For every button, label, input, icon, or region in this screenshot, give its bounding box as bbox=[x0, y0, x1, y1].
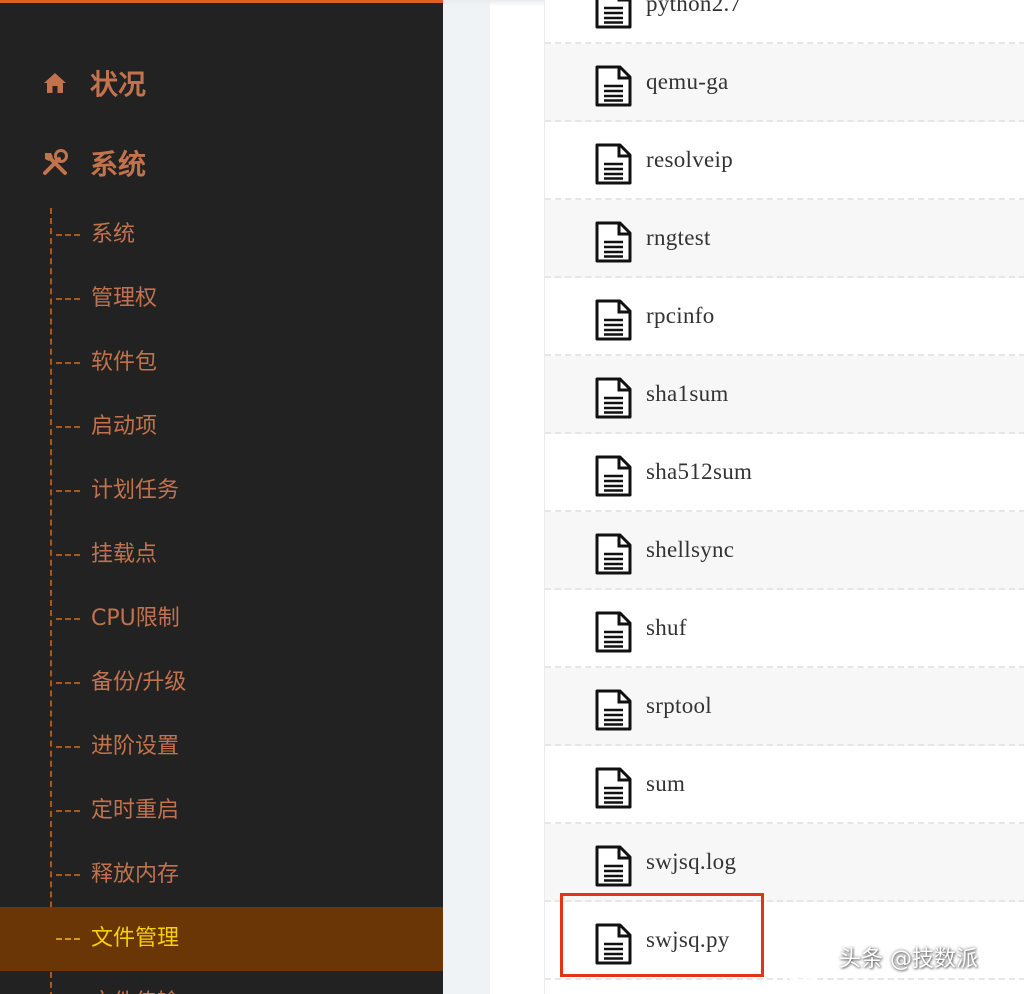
watermark-logo-icon bbox=[777, 931, 829, 983]
sidebar-item-label: 计划任务 bbox=[91, 478, 180, 503]
file-name: srptool bbox=[646, 693, 712, 718]
sidebar-item-scheduled-tasks[interactable]: 计划任务 bbox=[0, 459, 443, 523]
file-icon bbox=[595, 221, 632, 263]
file-icon bbox=[595, 65, 632, 107]
file-name: shuf bbox=[646, 615, 687, 640]
sidebar-item-label: 软件包 bbox=[91, 350, 158, 375]
file-name: swjsq.log bbox=[646, 849, 737, 874]
file-icon bbox=[595, 455, 632, 497]
file-row[interactable]: rpcinfo bbox=[545, 278, 1024, 356]
file-name: sha512sum bbox=[646, 459, 753, 484]
sidebar-item-system[interactable]: 系统 bbox=[0, 203, 443, 267]
file-icon bbox=[595, 0, 632, 29]
file-name: swjsq.py bbox=[646, 927, 730, 952]
sidebar-item-file-transfer[interactable]: 文件传输 bbox=[0, 971, 443, 994]
file-icon bbox=[595, 689, 632, 731]
file-name: shellsync bbox=[646, 537, 735, 562]
sidebar-item-label: 释放内存 bbox=[91, 862, 180, 887]
file-icon bbox=[595, 533, 632, 575]
home-icon bbox=[40, 68, 70, 98]
file-name: rngtest bbox=[646, 225, 711, 250]
sidebar-item-label: 备份/升级 bbox=[91, 670, 187, 695]
file-icon bbox=[595, 767, 632, 809]
sidebar-item-free-memory[interactable]: 释放内存 bbox=[0, 843, 443, 907]
sidebar-item-label: CPU限制 bbox=[91, 606, 180, 631]
sidebar-item-advanced-settings[interactable]: 进阶设置 bbox=[0, 715, 443, 779]
file-name: sha1sum bbox=[646, 381, 729, 406]
file-row[interactable]: shellsync bbox=[545, 512, 1024, 590]
sidebar-item-label: 管理权 bbox=[91, 286, 158, 311]
file-name: sum bbox=[646, 771, 686, 796]
file-row[interactable]: srptool bbox=[545, 668, 1024, 746]
sidebar-item-label: 进阶设置 bbox=[91, 734, 180, 759]
sidebar-item-label: 启动项 bbox=[91, 414, 158, 439]
sidebar-item-file-manager[interactable]: 文件管理 bbox=[0, 907, 443, 971]
file-name: python2.7 bbox=[646, 0, 742, 16]
menu-status-label: 状况 bbox=[90, 68, 147, 101]
file-row[interactable]: rngtest bbox=[545, 200, 1024, 278]
file-name: rpcinfo bbox=[646, 303, 715, 328]
sidebar-item-label: 文件传输 bbox=[91, 971, 179, 994]
file-icon bbox=[595, 143, 632, 185]
file-icon bbox=[595, 377, 632, 419]
file-name: qemu-ga bbox=[646, 69, 729, 94]
sidebar: 状况 系统 系统 管理权 软件包 启动项 计划任务 挂载点 CPU限制 备份/升… bbox=[0, 0, 443, 994]
sidebar-item-cpu-limit[interactable]: CPU限制 bbox=[0, 587, 443, 651]
file-row[interactable]: swjsq.log bbox=[545, 824, 1024, 902]
sidebar-item-label: 文件管理 bbox=[91, 926, 180, 951]
file-icon bbox=[595, 611, 632, 653]
file-row[interactable]: qemu-ga bbox=[545, 44, 1024, 122]
file-row[interactable]: resolveip bbox=[545, 122, 1024, 200]
file-row[interactable]: sum bbox=[545, 746, 1024, 824]
file-list: python2.7 qemu-ga resolveip rngtest rpci… bbox=[544, 0, 1024, 994]
sidebar-item-startup[interactable]: 启动项 bbox=[0, 395, 443, 459]
file-row[interactable]: sha512sum bbox=[545, 434, 1024, 512]
menu-status[interactable]: 状况 bbox=[40, 62, 146, 104]
watermark-text: 头条 @技数派 bbox=[839, 947, 978, 972]
top-accent-bar bbox=[0, 0, 443, 3]
sidebar-item-packages[interactable]: 软件包 bbox=[0, 331, 443, 395]
sidebar-item-label: 挂载点 bbox=[91, 542, 158, 567]
sidebar-item-scheduled-reboot[interactable]: 定时重启 bbox=[0, 779, 443, 843]
watermark: 头条 @技数派 bbox=[775, 920, 1024, 994]
sidebar-item-admin[interactable]: 管理权 bbox=[0, 267, 443, 331]
file-icon bbox=[595, 845, 632, 887]
file-name: resolveip bbox=[646, 147, 734, 172]
sidebar-item-backup-upgrade[interactable]: 备份/升级 bbox=[0, 651, 443, 715]
file-row[interactable]: sha1sum bbox=[545, 356, 1024, 434]
file-icon bbox=[595, 299, 632, 341]
sidebar-item-label: 定时重启 bbox=[91, 798, 180, 823]
menu-system-label: 系统 bbox=[90, 148, 147, 181]
sidebar-item-mount-points[interactable]: 挂载点 bbox=[0, 523, 443, 587]
sidebar-item-label: 系统 bbox=[91, 222, 136, 247]
file-row[interactable]: python2.7 bbox=[545, 0, 1024, 44]
menu-system[interactable]: 系统 bbox=[40, 142, 146, 184]
content-gutter bbox=[443, 0, 490, 994]
file-icon bbox=[595, 923, 632, 965]
tools-icon bbox=[40, 148, 70, 178]
file-row[interactable]: shuf bbox=[545, 590, 1024, 668]
